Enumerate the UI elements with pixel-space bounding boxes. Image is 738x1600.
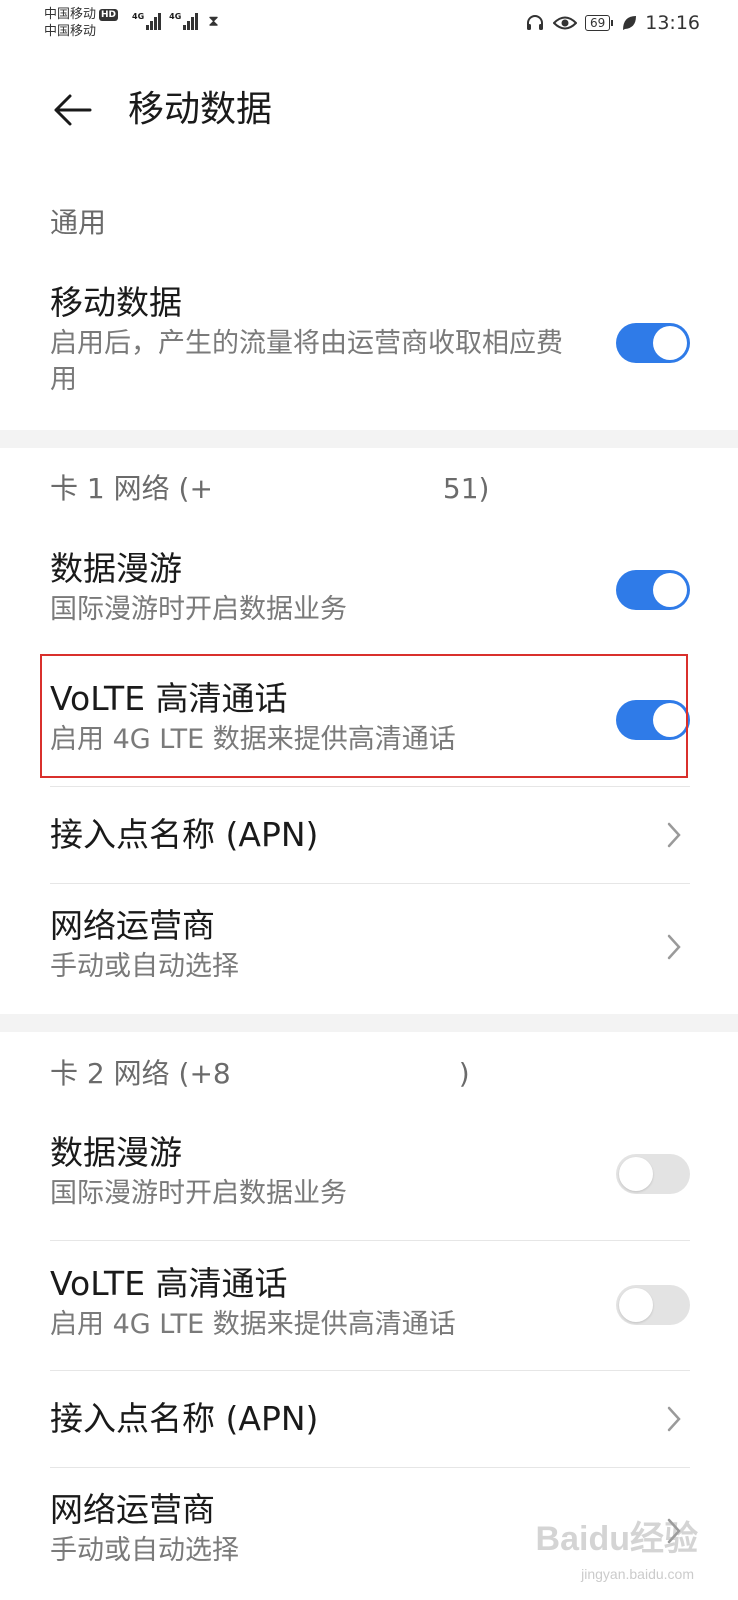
section-title-sim2: 卡 2 网络 (+8) (50, 1054, 470, 1094)
setting-subtitle: 启用 4G LTE 数据来提供高清通话 (50, 1309, 456, 1340)
signal-icon: 4G (169, 12, 199, 30)
signal-icon: 4G (132, 12, 162, 30)
watermark-logo: Baidu经验 (535, 1520, 698, 1558)
page-title: 移动数据 (128, 89, 273, 130)
signal-1-network-label: 4G (132, 12, 145, 21)
mobile-data-toggle[interactable] (616, 323, 690, 363)
setting-subtitle: 手动或自动选择 (50, 951, 239, 982)
sim2-roaming-toggle[interactable] (616, 1154, 690, 1194)
setting-title: VoLTE 高清通话 (50, 1264, 288, 1303)
divider (50, 1370, 690, 1371)
signal-2-network-label: 4G (169, 12, 182, 21)
section-divider (0, 430, 738, 448)
setting-sim2-roaming[interactable]: 数据漫游 国际漫游时开启数据业务 (50, 1130, 690, 1222)
setting-sim1-operator[interactable]: 网络运营商 手动或自动选择 (50, 903, 690, 995)
watermark-url: jingyan.baidu.com (581, 1566, 694, 1582)
setting-mobile-data[interactable]: 移动数据 启用后，产生的流量将由运营商收取相应费用 (50, 280, 690, 410)
section-divider (0, 1014, 738, 1032)
setting-sim2-apn[interactable]: 接入点名称 (APN) (50, 1396, 690, 1456)
carrier-1-label: 中国移动 (44, 7, 97, 22)
highlight-box (40, 654, 688, 778)
setting-title: 移动数据 (50, 283, 182, 322)
arrow-left-icon[interactable] (50, 88, 94, 132)
hourglass-icon: ⧗ (208, 12, 219, 30)
setting-title: 数据漫游 (50, 549, 182, 588)
divider (50, 1240, 690, 1241)
setting-subtitle: 国际漫游时开启数据业务 (50, 594, 347, 625)
setting-sim1-apn[interactable]: 接入点名称 (APN) (50, 812, 690, 872)
sim2-volte-toggle[interactable] (616, 1285, 690, 1325)
status-time: 13:16 (645, 12, 700, 34)
setting-title: 网络运营商 (50, 906, 215, 945)
status-right: 69 13:16 (525, 12, 700, 34)
sim2-title-prefix: 卡 2 网络 (+8 (50, 1057, 231, 1090)
setting-subtitle: 启用后，产生的流量将由运营商收取相应费用 (50, 328, 563, 395)
status-bar: 中国移动 HD 中国移动 4G 4G ⧗ 69 13:16 (0, 0, 738, 50)
sim1-roaming-toggle[interactable] (616, 570, 690, 610)
section-title-sim1: 卡 1 网络 (+ 51) (50, 469, 489, 509)
headset-icon (526, 15, 543, 30)
section-title-general: 通用 (50, 206, 107, 239)
setting-title: 接入点名称 (APN) (50, 815, 319, 854)
divider (50, 1467, 690, 1468)
battery-level: 69 (584, 15, 611, 31)
chevron-right-icon (667, 934, 681, 960)
sim2-title-suffix: ) (458, 1057, 470, 1090)
battery-icon: 69 (584, 15, 614, 31)
setting-title: 接入点名称 (APN) (50, 1399, 319, 1438)
carrier-2-label: 中国移动 (44, 24, 97, 39)
chevron-right-icon (667, 822, 681, 848)
chevron-right-icon (667, 1406, 681, 1432)
carrier-info: 中国移动 HD 中国移动 (44, 6, 119, 40)
hd-badge: HD (99, 8, 119, 21)
setting-sim2-volte[interactable]: VoLTE 高清通话 启用 4G LTE 数据来提供高清通话 (50, 1261, 690, 1353)
eye-icon (552, 16, 577, 30)
setting-sim1-roaming[interactable]: 数据漫游 国际漫游时开启数据业务 (50, 546, 690, 638)
sim1-title-suffix: 51) (442, 472, 490, 505)
setting-subtitle: 国际漫游时开启数据业务 (50, 1178, 347, 1209)
leaf-icon (623, 16, 637, 30)
setting-title: 数据漫游 (50, 1133, 182, 1172)
signal-indicators: 4G 4G ⧗ (132, 12, 219, 30)
divider (50, 786, 690, 787)
app-header: 移动数据 (0, 70, 738, 150)
divider (50, 883, 690, 884)
sim1-title-prefix: 卡 1 网络 (+ (50, 472, 213, 505)
